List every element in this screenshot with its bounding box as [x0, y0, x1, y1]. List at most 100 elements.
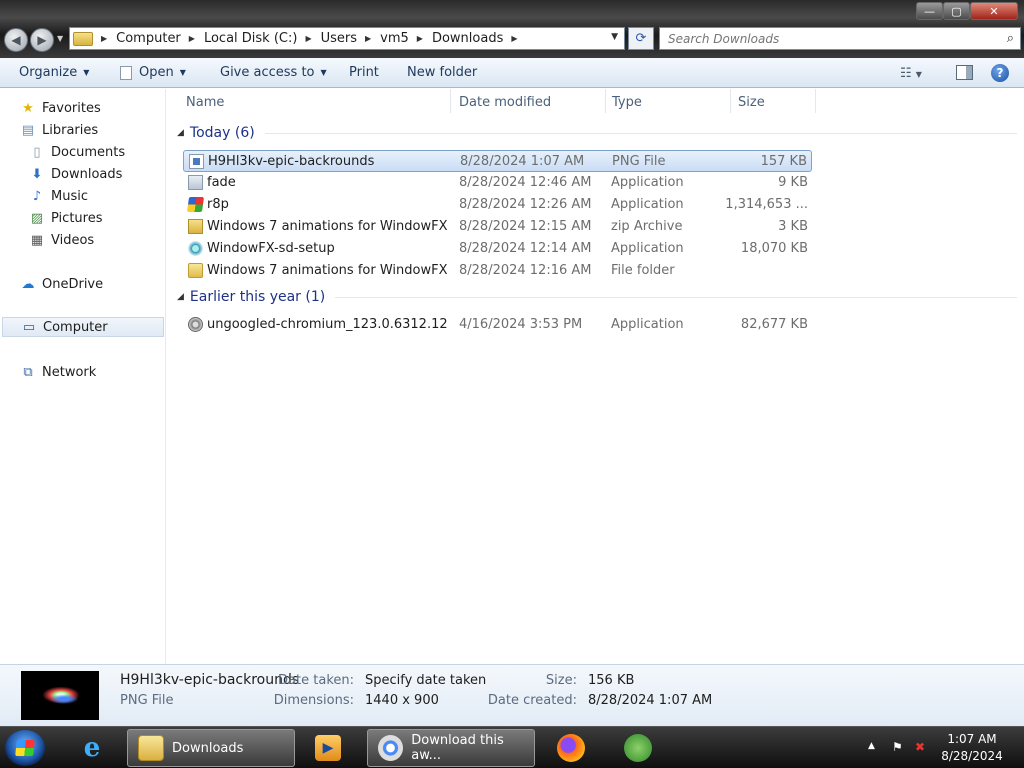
file-row[interactable]: Windows 7 animations for WindowFX 8/28/2… — [183, 260, 812, 282]
star-icon: ★ — [22, 100, 34, 116]
nav-music-label: Music — [51, 188, 88, 204]
date-taken-value[interactable]: Specify date taken — [365, 673, 486, 688]
file-type: zip Archive — [611, 219, 683, 234]
print-button[interactable]: Print — [349, 65, 379, 80]
nav-documents[interactable]: ▯ Documents — [29, 142, 159, 162]
column-divider[interactable] — [450, 89, 451, 113]
collapse-triangle-icon[interactable]: ◢ — [177, 128, 184, 138]
nav-music[interactable]: ♪ Music — [29, 186, 159, 206]
open-button[interactable]: Open ▼ — [120, 65, 186, 80]
search-box[interactable]: ⌕ — [659, 27, 1021, 50]
breadcrumb-computer[interactable]: Computer — [116, 31, 181, 46]
column-divider[interactable] — [605, 89, 606, 113]
recent-pages-dropdown[interactable]: ▼ — [57, 34, 63, 43]
breadcrumb-local-disk[interactable]: Local Disk (C:) — [204, 31, 297, 46]
breadcrumb-downloads[interactable]: Downloads — [432, 31, 503, 46]
address-dropdown-icon[interactable]: ▼ — [611, 32, 618, 42]
preview-pane-button[interactable] — [956, 65, 973, 80]
search-input[interactable] — [660, 28, 990, 49]
organize-button[interactable]: Organize ▼ — [19, 65, 89, 80]
nav-computer[interactable]: ▭ Computer — [2, 317, 164, 337]
taskbar-windows-update[interactable] — [612, 729, 664, 767]
arrow-right-icon: ▶ — [37, 33, 47, 47]
column-header-date[interactable]: Date modified — [459, 95, 551, 110]
taskbar-chrome[interactable]: Download this aw... — [367, 729, 535, 767]
windows-flag-icon — [186, 197, 205, 212]
give-access-label: Give access to — [220, 65, 315, 80]
size-value: 156 KB — [588, 673, 635, 688]
file-type: Application — [611, 175, 684, 190]
file-size: 9 KB — [778, 175, 808, 190]
nav-videos[interactable]: ▦ Videos — [29, 230, 159, 250]
nav-onedrive[interactable]: ☁ OneDrive — [20, 274, 160, 294]
organize-label: Organize — [19, 65, 78, 80]
breadcrumb-users[interactable]: Users — [321, 31, 357, 46]
taskbar-explorer-downloads[interactable]: Downloads — [127, 729, 295, 767]
taskbar-internet-explorer[interactable]: e — [66, 729, 118, 767]
group-header-today[interactable]: ◢ Today (6) — [177, 125, 1017, 141]
refresh-button[interactable]: ⟳ — [628, 27, 654, 50]
help-button[interactable]: ? — [991, 64, 1009, 82]
chevron-right-icon[interactable]: ▶ — [365, 34, 371, 43]
computer-icon: ▭ — [22, 319, 36, 335]
column-divider[interactable] — [730, 89, 731, 113]
clock-date: 8/28/2024 — [941, 749, 1003, 763]
file-row[interactable]: r8p 8/28/2024 12:26 AM Application 1,314… — [183, 194, 812, 216]
nav-libraries[interactable]: ▤ Libraries — [20, 120, 160, 140]
image-thumbnail — [21, 671, 99, 720]
file-size: 1,314,653 ... — [725, 197, 808, 212]
chevron-right-icon[interactable]: ▶ — [189, 34, 195, 43]
film-icon: ▦ — [30, 232, 44, 248]
file-row[interactable]: fade 8/28/2024 12:46 AM Application 9 KB — [183, 172, 812, 194]
action-center-icon[interactable]: ⚑ — [892, 740, 906, 754]
close-button[interactable]: ✕ — [970, 2, 1018, 20]
breadcrumb-vm5[interactable]: vm5 — [380, 31, 409, 46]
address-bar[interactable]: ▶ Computer ▶ Local Disk (C:) ▶ Users ▶ vm5 ▶… — [69, 27, 625, 50]
search-icon[interactable]: ⌕ — [1007, 31, 1014, 46]
give-access-button[interactable]: Give access to ▼ — [220, 65, 327, 80]
taskbar: e Downloads ▶ Download this aw... ▲ ⚑ ✖ … — [0, 726, 1024, 768]
nav-network[interactable]: ⧉ Network — [20, 362, 160, 382]
group-divider — [264, 132, 1017, 134]
file-size: 82,677 KB — [740, 317, 808, 332]
change-view-button[interactable]: ☷ ▼ — [900, 66, 922, 81]
column-divider[interactable] — [815, 89, 816, 113]
chevron-right-icon[interactable]: ▶ — [417, 34, 423, 43]
nav-favorites[interactable]: ★ Favorites — [20, 98, 160, 118]
chevron-right-icon[interactable]: ▶ — [511, 34, 517, 43]
file-row[interactable]: Windows 7 animations for WindowFX 8/28/2… — [183, 216, 812, 238]
nav-computer-label: Computer — [43, 319, 108, 335]
chevron-right-icon[interactable]: ▶ — [305, 34, 311, 43]
file-date: 8/28/2024 12:26 AM — [459, 197, 592, 212]
column-header-name[interactable]: Name — [186, 95, 224, 110]
taskbar-media-player[interactable]: ▶ — [302, 729, 354, 767]
setup-icon — [188, 241, 203, 256]
image-file-icon — [189, 154, 204, 169]
file-row[interactable]: ungoogled-chromium_123.0.6312.122-... 4/… — [183, 314, 812, 336]
caret-down-icon: ▼ — [83, 68, 90, 77]
file-row[interactable]: WindowFX-sd-setup 8/28/2024 12:14 AM App… — [183, 238, 812, 260]
nav-pictures[interactable]: ▨ Pictures — [29, 208, 159, 228]
firefox-icon — [557, 734, 585, 762]
maximize-button[interactable]: ▢ — [943, 2, 970, 20]
nav-downloads[interactable]: ⬇ Downloads — [29, 164, 159, 184]
taskbar-chrome-label: Download this aw... — [411, 733, 504, 763]
file-type: Application — [611, 197, 684, 212]
show-hidden-icons-button[interactable]: ▲ — [868, 741, 875, 751]
chevron-right-icon[interactable]: ▶ — [101, 34, 107, 43]
clock[interactable]: 1:07 AM 8/28/2024 — [934, 731, 1010, 765]
file-list: Name Date modified Type Size ◢ Today (6)… — [167, 89, 1024, 664]
collapse-triangle-icon[interactable]: ◢ — [177, 292, 184, 302]
volume-muted-icon[interactable]: ✖ — [915, 740, 929, 754]
column-header-size[interactable]: Size — [738, 95, 765, 110]
group-header-earlier[interactable]: ◢ Earlier this year (1) — [177, 289, 1017, 305]
file-type: Application — [611, 317, 684, 332]
start-button[interactable] — [5, 730, 45, 766]
minimize-button[interactable]: — — [916, 2, 943, 20]
column-header-type[interactable]: Type — [612, 95, 642, 110]
taskbar-firefox[interactable] — [545, 729, 597, 767]
new-folder-button[interactable]: New folder — [407, 65, 477, 80]
forward-button[interactable]: ▶ — [30, 28, 54, 52]
back-button[interactable]: ◀ — [4, 28, 28, 52]
file-row[interactable]: H9Hl3kv-epic-backrounds 8/28/2024 1:07 A… — [183, 150, 812, 172]
